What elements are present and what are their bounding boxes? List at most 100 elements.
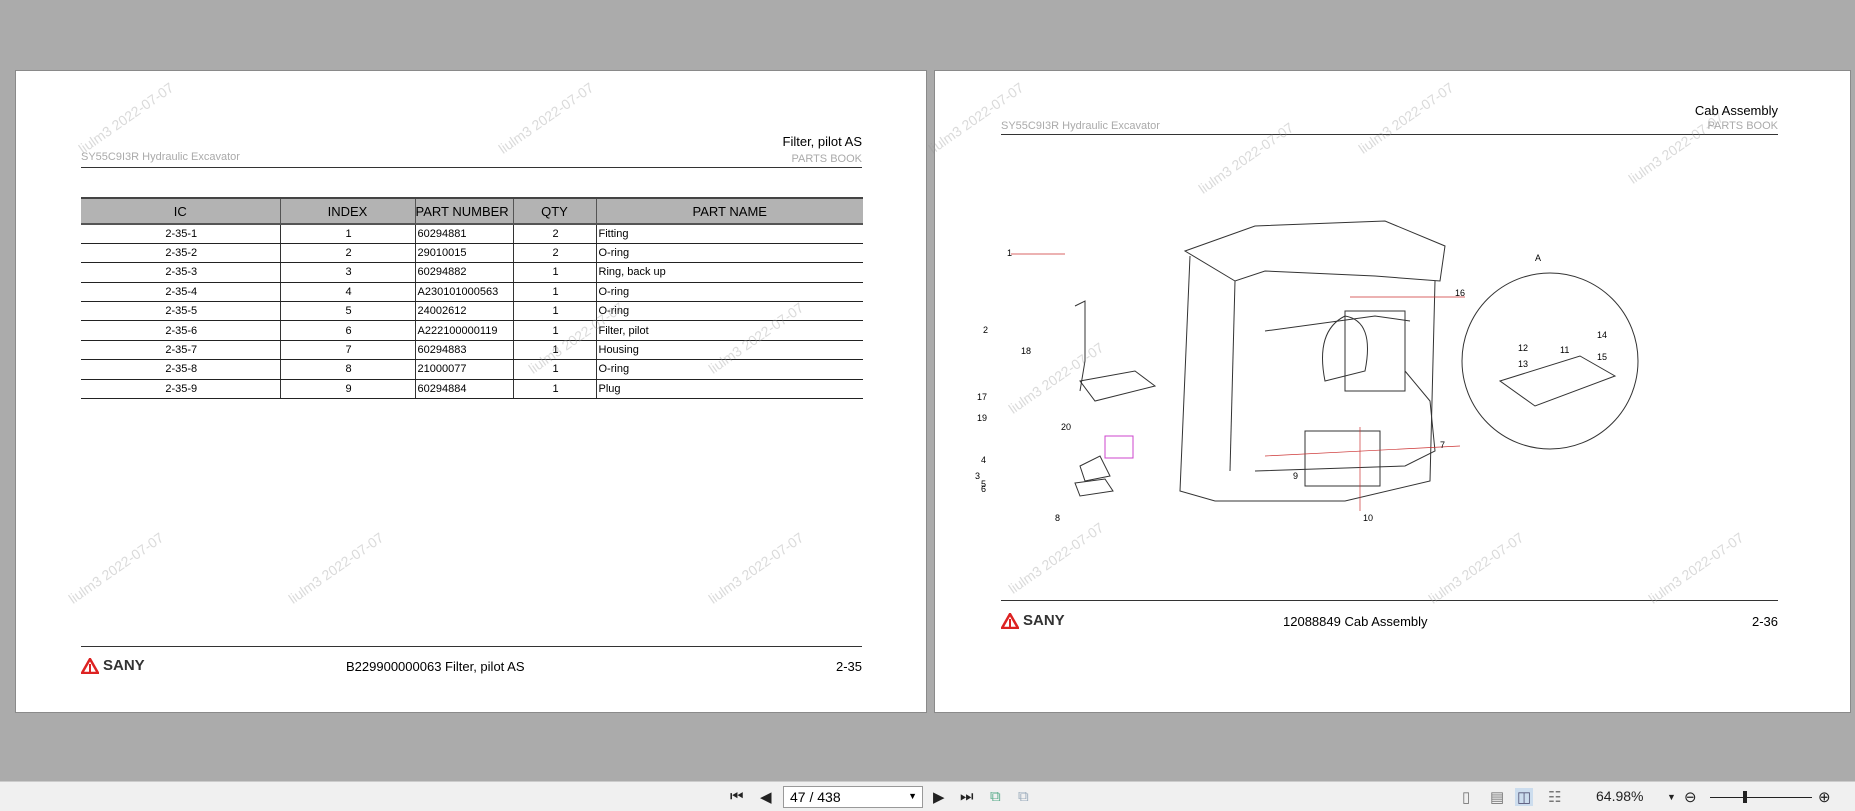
table-cell: 8 (279, 359, 415, 380)
callout-label: 6 (981, 484, 986, 494)
table-cell: 1 (512, 379, 596, 400)
callout-label: 9 (1293, 471, 1298, 481)
table-row: 2-35-3 3 60294882 1 Ring, back up (81, 262, 863, 283)
callout-label: 13 (1518, 359, 1528, 369)
zoom-slider-thumb[interactable] (1743, 791, 1748, 803)
next-page-button[interactable]: ▶ (933, 788, 945, 806)
table-row: 2-35-8 8 21000077 1 O-ring (81, 359, 863, 380)
callout-label: 1 (1007, 248, 1012, 258)
column-header: PART NUMBER (414, 197, 513, 225)
callout-label: 19 (977, 413, 987, 423)
footer-rule (1001, 600, 1778, 601)
callout-label: 12 (1518, 343, 1528, 353)
table-cell: 60294881 (414, 224, 513, 244)
page-number: 2-36 (1751, 614, 1778, 629)
last-page-button[interactable]: ⏭ (960, 788, 974, 805)
chevron-down-icon[interactable]: ▼ (908, 791, 917, 801)
table-cell: O-ring (595, 282, 863, 303)
single-page-view-icon[interactable]: ▯ (1462, 788, 1470, 806)
callout-label: 3 (975, 471, 980, 481)
table-cell: A230101000563 (414, 282, 513, 303)
continuous-view-icon[interactable]: ▤ (1490, 788, 1504, 806)
table-cell: 29010015 (414, 243, 513, 264)
table-cell: 1 (279, 224, 415, 244)
table-cell: 7 (279, 340, 415, 361)
table-cell: Ring, back up (595, 262, 863, 283)
cab-assembly-diagram: 1234567891011121314151617181920 A (975, 220, 1639, 523)
table-cell: 9 (279, 379, 415, 400)
table-row: 2-35-1 1 60294881 2 Fitting (81, 224, 863, 244)
footer-rule (81, 646, 862, 647)
previous-view-icon[interactable]: ⧉ (990, 788, 1001, 805)
table-cell: 2-35-7 (81, 340, 280, 361)
callout-label: 20 (1061, 422, 1071, 432)
table-cell: 1 (512, 320, 596, 341)
zoom-out-button[interactable]: ⊖ (1684, 788, 1697, 806)
table-cell: 1 (512, 340, 596, 361)
table-row: 2-35-6 6 A222100000119 1 Filter, pilot (81, 320, 863, 341)
callout-label: 18 (1021, 346, 1031, 356)
table-cell: 5 (279, 301, 415, 322)
table-cell: 1 (512, 262, 596, 283)
table-cell: Housing (595, 340, 863, 361)
callout-label: 2 (983, 325, 988, 335)
table-cell: 2-35-6 (81, 320, 280, 341)
table-cell: 60294882 (414, 262, 513, 283)
left-page: SY55C9I3R Hydraulic Excavator Filter, pi… (15, 70, 927, 713)
page-number-input[interactable]: 47 / 438 ▼ (783, 786, 923, 808)
next-view-icon[interactable]: ⧉ (1018, 788, 1029, 805)
table-cell: 2 (512, 243, 596, 264)
table-cell: O-ring (595, 243, 863, 264)
table-cell: 2-35-4 (81, 282, 280, 303)
zoom-dropdown-icon[interactable]: ▼ (1667, 792, 1676, 802)
table-cell: 60294884 (414, 379, 513, 400)
callout-label: 4 (981, 455, 986, 465)
column-header: INDEX (279, 197, 415, 225)
table-cell: 3 (279, 262, 415, 283)
table-cell: 2-35-1 (81, 224, 280, 244)
table-row: 2-35-4 4 A230101000563 1 O-ring (81, 282, 863, 303)
table-cell: 1 (512, 301, 596, 322)
header-rule (81, 167, 862, 168)
callout-label: 14 (1597, 330, 1607, 340)
pdf-toolbar: ⏮ ◀ 47 / 438 ▼ ▶ ⏭ ⧉ ⧉ ▯ ▤ ◫ ☷ 64.98% ▼ ⊖… (0, 781, 1855, 811)
table-cell: 2-35-5 (81, 301, 280, 322)
zoom-level[interactable]: 64.98% (1596, 788, 1643, 804)
first-page-button[interactable]: ⏮ (730, 788, 744, 805)
table-cell: 6 (279, 320, 415, 341)
column-header: IC (81, 197, 280, 225)
two-page-continuous-view-icon[interactable]: ☷ (1548, 788, 1561, 806)
callout-label: 17 (977, 392, 987, 402)
logo-text: SANY (103, 657, 145, 674)
table-cell: 2-35-9 (81, 379, 280, 400)
footer-title: B229900000063 Filter, pilot AS (346, 659, 525, 674)
previous-page-button[interactable]: ◀ (760, 788, 772, 806)
table-row: 2-35-5 5 24002612 1 O-ring (81, 301, 863, 322)
two-page-view-icon[interactable]: ◫ (1515, 788, 1534, 806)
table-cell: O-ring (595, 301, 863, 322)
right-page: SY55C9I3R Hydraulic Excavator Cab Assemb… (934, 70, 1851, 713)
table-row: 2-35-2 2 29010015 2 O-ring (81, 243, 863, 264)
page-title: Filter, pilot AS (782, 134, 862, 149)
table-cell: Plug (595, 379, 863, 400)
sany-logo: SANY (81, 657, 145, 674)
table-cell: 2-35-8 (81, 359, 280, 380)
callout-label: 7 (1440, 440, 1445, 450)
page-number: 2-35 (835, 659, 862, 674)
zoom-in-button[interactable]: ⊕ (1818, 788, 1831, 806)
table-cell: 2 (512, 224, 596, 244)
callout-label: 8 (1055, 513, 1060, 523)
table-row: 2-35-9 9 60294884 1 Plug (81, 379, 863, 400)
table-cell: 1 (512, 282, 596, 303)
page-input-value: 47 / 438 (790, 789, 841, 805)
zoom-slider[interactable] (1710, 791, 1812, 803)
table-cell: Filter, pilot (595, 320, 863, 341)
table-cell: 24002612 (414, 301, 513, 322)
table-cell: 2-35-3 (81, 262, 280, 283)
logo-text: SANY (1023, 612, 1065, 629)
callout-label: 15 (1597, 352, 1607, 362)
parts-book-label: PARTS BOOK (791, 153, 862, 165)
sany-logo-icon (81, 657, 99, 674)
table-cell: 1 (512, 359, 596, 380)
table-cell: O-ring (595, 359, 863, 380)
